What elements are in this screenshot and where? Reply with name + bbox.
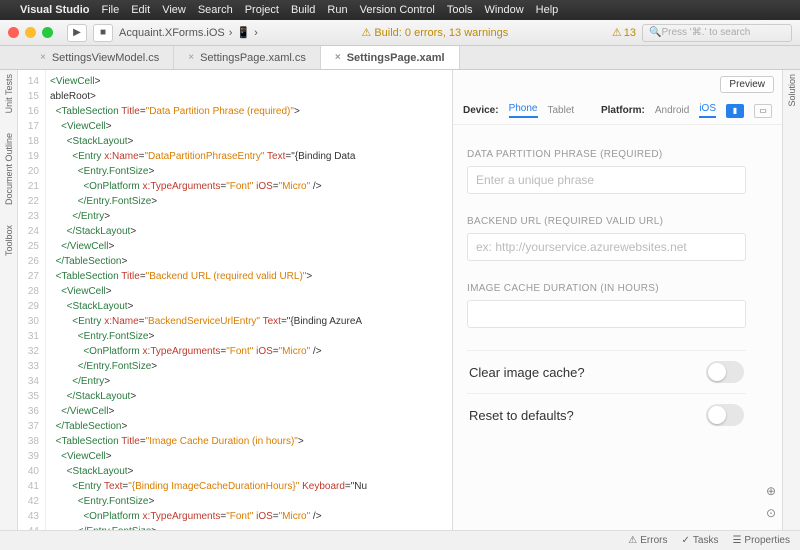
switch-reset-defaults[interactable]: Reset to defaults?: [467, 393, 746, 436]
designer-toolbar: Device: Phone Tablet Platform: Android i…: [453, 99, 782, 125]
menu-project[interactable]: Project: [245, 4, 279, 16]
section-label: DATA PARTITION PHRASE (REQUIRED): [467, 149, 746, 160]
left-tool-rail: Unit Tests Document Outline Toolbox: [0, 70, 18, 550]
platform-android[interactable]: Android: [655, 105, 689, 116]
chevron-right-icon: ›: [254, 27, 258, 39]
toolbar: ▶ ■ Acquaint.XForms.iOS › 📱 › ⚠ Build: 0…: [0, 20, 800, 46]
stop-button[interactable]: ■: [93, 24, 113, 42]
tab-label: SettingsViewModel.cs: [52, 52, 159, 64]
search-placeholder: Press '⌘.' to search: [661, 27, 750, 38]
section-label: IMAGE CACHE DURATION (IN HOURS): [467, 283, 746, 294]
window-maximize-icon[interactable]: [42, 27, 53, 38]
build-status: ⚠ Build: 0 errors, 13 warnings: [264, 26, 606, 39]
window-minimize-icon[interactable]: [25, 27, 36, 38]
switch-label: Clear image cache?: [469, 365, 585, 380]
app-name[interactable]: Visual Studio: [20, 4, 89, 16]
status-errors[interactable]: ⚠ Errors: [628, 535, 667, 546]
placeholder-text: ex: http://yourservice.azurewebsites.net: [476, 240, 687, 254]
platform-label: Platform:: [601, 105, 645, 116]
menu-window[interactable]: Window: [485, 4, 524, 16]
breadcrumb[interactable]: Acquaint.XForms.iOS › 📱 ›: [119, 26, 258, 39]
right-tool-rail: Solution: [782, 70, 800, 550]
orientation-landscape-icon[interactable]: ▭: [754, 104, 772, 118]
preview-surface: DATA PARTITION PHRASE (REQUIRED) Enter a…: [453, 125, 760, 550]
platform-ios[interactable]: iOS: [699, 103, 716, 118]
menu-file[interactable]: File: [101, 4, 119, 16]
close-icon[interactable]: ×: [188, 52, 194, 63]
switch-clear-cache[interactable]: Clear image cache?: [467, 350, 746, 393]
toggle-switch[interactable]: [706, 361, 744, 383]
tab-settingsviewmodel[interactable]: × SettingsViewModel.cs: [26, 46, 174, 69]
zoom-controls: ⊕ ⊙ ⊖: [760, 125, 782, 550]
close-icon[interactable]: ×: [335, 52, 341, 63]
rail-unit-tests[interactable]: Unit Tests: [4, 74, 14, 113]
workspace: Unit Tests Document Outline Toolbox 1415…: [0, 70, 800, 550]
code-area[interactable]: <ViewCell>ableRoot> <TableSection Title=…: [46, 70, 452, 550]
zoom-in-icon[interactable]: ⊕: [766, 484, 776, 498]
switch-label: Reset to defaults?: [469, 408, 574, 423]
window-close-icon[interactable]: [8, 27, 19, 38]
code-editor[interactable]: 1415161718192021222324252627282930313233…: [18, 70, 452, 550]
close-icon[interactable]: ×: [40, 52, 46, 63]
section-label: BACKEND URL (REQUIRED VALID URL): [467, 216, 746, 227]
tab-settingspage-cs[interactable]: × SettingsPage.xaml.cs: [174, 46, 321, 69]
device-icon[interactable]: 📱: [236, 26, 250, 39]
designer-pane: Preview Device: Phone Tablet Platform: A…: [452, 70, 782, 550]
traffic-lights: [8, 27, 53, 38]
run-button[interactable]: ▶: [67, 24, 87, 42]
menu-view[interactable]: View: [162, 4, 186, 16]
orientation-portrait-icon[interactable]: ▮: [726, 104, 744, 118]
breadcrumb-item[interactable]: Acquaint.XForms.iOS: [119, 27, 225, 39]
warning-badge[interactable]: ⚠13: [612, 26, 636, 39]
rail-toolbox[interactable]: Toolbox: [4, 225, 14, 256]
menu-version-control[interactable]: Version Control: [360, 4, 435, 16]
tab-settingspage-xaml[interactable]: × SettingsPage.xaml: [321, 46, 460, 69]
search-input[interactable]: 🔍 Press '⌘.' to search: [642, 24, 792, 42]
menu-build[interactable]: Build: [291, 4, 315, 16]
tab-label: SettingsPage.xaml: [347, 52, 445, 64]
menu-search[interactable]: Search: [198, 4, 233, 16]
device-phone[interactable]: Phone: [509, 103, 538, 118]
status-tasks[interactable]: ✓ Tasks: [682, 535, 719, 546]
menu-tools[interactable]: Tools: [447, 4, 473, 16]
backend-url-input[interactable]: ex: http://yourservice.azurewebsites.net: [467, 233, 746, 261]
tab-label: SettingsPage.xaml.cs: [200, 52, 306, 64]
chevron-right-icon: ›: [229, 27, 233, 39]
rail-document-outline[interactable]: Document Outline: [4, 133, 14, 205]
status-bar: ⚠ Errors ✓ Tasks ☰ Properties: [0, 530, 800, 550]
menu-edit[interactable]: Edit: [131, 4, 150, 16]
rail-solution[interactable]: Solution: [787, 74, 797, 107]
cache-duration-input[interactable]: [467, 300, 746, 328]
build-status-text: Build: 0 errors, 13 warnings: [374, 27, 508, 39]
device-label: Device:: [463, 105, 499, 116]
warning-count: 13: [624, 27, 636, 39]
device-tablet[interactable]: Tablet: [548, 105, 575, 116]
preview-button[interactable]: Preview: [720, 76, 774, 93]
tab-strip: × SettingsViewModel.cs × SettingsPage.xaml…: [0, 46, 800, 70]
menu-help[interactable]: Help: [536, 4, 559, 16]
line-gutter: 1415161718192021222324252627282930313233…: [18, 70, 46, 550]
status-properties[interactable]: ☰ Properties: [732, 535, 790, 546]
menubar: Visual Studio File Edit View Search Proj…: [0, 0, 800, 20]
toggle-switch[interactable]: [706, 404, 744, 426]
zoom-reset-icon[interactable]: ⊙: [766, 506, 776, 520]
placeholder-text: Enter a unique phrase: [476, 173, 594, 187]
partition-phrase-input[interactable]: Enter a unique phrase: [467, 166, 746, 194]
menu-run[interactable]: Run: [327, 4, 347, 16]
